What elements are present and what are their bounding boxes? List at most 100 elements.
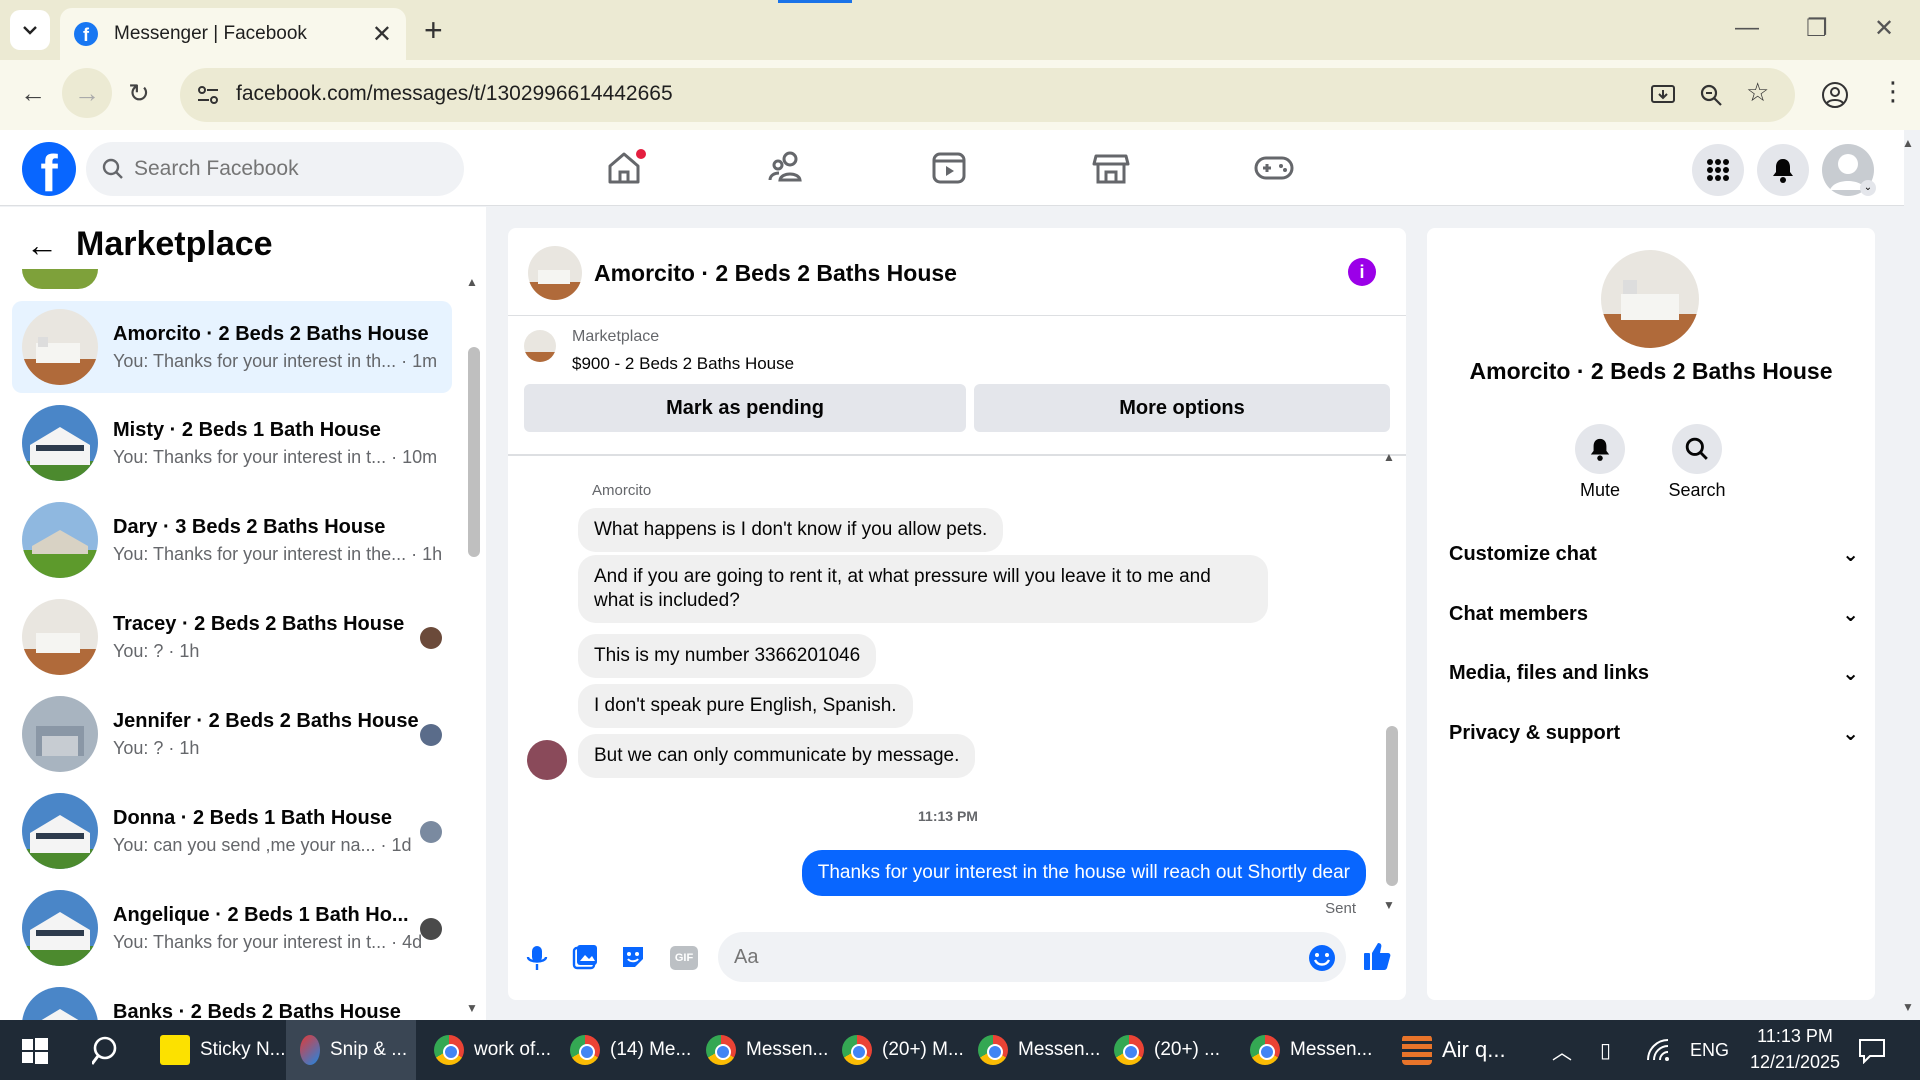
conversation-name: Misty · 2 Beds 1 Bath House <box>113 419 381 441</box>
chrome-icon <box>1114 1035 1144 1065</box>
conversation-snippet: You: Thanks for your interest in t... · … <box>113 447 438 467</box>
language-indicator[interactable]: ENG <box>1690 1020 1729 1080</box>
taskbar-item-air-quality[interactable]: Air q... <box>1402 1020 1506 1080</box>
site-settings-icon[interactable] <box>196 84 220 106</box>
scroll-up-arrow[interactable]: ▲ <box>466 275 478 289</box>
mark-as-pending-button[interactable]: Mark as pending <box>524 384 966 432</box>
conversation-item[interactable]: Dary · 3 Beds 2 Baths House You: Thanks … <box>12 494 452 586</box>
gaming-nav[interactable] <box>1252 148 1296 188</box>
back-arrow-icon[interactable]: ← <box>26 227 58 264</box>
account-avatar[interactable]: ⌄ <box>1822 144 1876 196</box>
conversation-snippet: You: ? · 1h <box>113 738 200 758</box>
listing-title[interactable]: $900 - 2 Beds 2 Baths House <box>572 354 794 374</box>
chrome-menu-icon[interactable]: ⋮ <box>1880 76 1906 107</box>
emoji-icon[interactable] <box>1308 944 1336 972</box>
conversation-item[interactable]: Banks · 2 Beds 2 Baths House <box>12 979 452 1020</box>
tab-search-button[interactable] <box>10 10 50 50</box>
like-thumbs-up-icon[interactable] <box>1362 940 1392 972</box>
chat-title[interactable]: Amorcito · 2 Beds 2 Baths House <box>594 260 957 287</box>
message-input[interactable] <box>734 932 1294 982</box>
conversation-item[interactable]: Donna · 2 Beds 1 Bath House You: can you… <box>12 785 452 877</box>
bookmark-star-icon[interactable]: ☆ <box>1746 77 1769 108</box>
left-scrollbar-thumb[interactable] <box>468 347 480 557</box>
conversation-item[interactable]: Amorcito · 2 Beds 2 Baths House You: Tha… <box>12 301 452 393</box>
page-scroll-down-arrow[interactable]: ▼ <box>1902 1000 1914 1014</box>
conversation-name: Tracey · 2 Beds 2 Baths House <box>113 613 405 635</box>
search-icon[interactable] <box>92 1036 122 1066</box>
device-icon[interactable]: ▯ <box>1600 1020 1611 1080</box>
conversation-item[interactable]: Jennifer · 2 Beds 2 Baths House You: ? ·… <box>12 688 452 780</box>
video-nav[interactable] <box>928 148 972 188</box>
incoming-message[interactable]: This is my number 3366201046 <box>578 634 877 678</box>
panel-title: Marketplace <box>76 225 273 263</box>
reload-icon[interactable]: ↻ <box>128 78 150 109</box>
menu-button[interactable] <box>1692 144 1744 196</box>
back-arrow-icon[interactable]: ← <box>20 78 46 109</box>
listing-thumbnail <box>22 599 98 675</box>
minimize-button[interactable]: — <box>1735 14 1759 42</box>
chat-members-section[interactable]: Chat members ⌄ <box>1449 594 1859 634</box>
more-options-button[interactable]: More options <box>974 384 1390 432</box>
install-app-icon[interactable] <box>1650 82 1676 108</box>
clock-time[interactable]: 11:13 PM <box>1740 1026 1850 1047</box>
profile-icon[interactable] <box>1820 80 1850 110</box>
chat-avatar[interactable] <box>528 246 582 300</box>
conversation-item[interactable]: Misty · 2 Beds 1 Bath House You: Thanks … <box>12 397 452 489</box>
photo-icon[interactable] <box>572 944 598 970</box>
taskbar-item-sticky-notes[interactable]: Sticky N... <box>160 1020 286 1080</box>
message-composer[interactable] <box>718 932 1346 982</box>
taskbar-item-snip[interactable]: Snip & ... <box>286 1020 416 1080</box>
microphone-icon[interactable] <box>526 944 548 972</box>
conversation-item[interactable]: Angelique · 2 Beds 1 Bath Ho... You: Tha… <box>12 882 452 974</box>
sender-avatar[interactable] <box>527 740 567 780</box>
taskbar-item-chrome[interactable]: (20+) ... <box>1114 1020 1220 1080</box>
scroll-up-arrow[interactable]: ▲ <box>1383 450 1395 464</box>
forward-arrow-icon[interactable]: → <box>62 68 112 118</box>
scroll-down-arrow[interactable]: ▼ <box>466 1001 478 1015</box>
incoming-message[interactable]: I don't speak pure English, Spanish. <box>578 684 913 728</box>
customize-chat-section[interactable]: Customize chat ⌄ <box>1449 534 1859 574</box>
search-in-conversation-button[interactable] <box>1672 424 1722 474</box>
zoom-icon[interactable] <box>1698 82 1724 108</box>
scroll-down-arrow[interactable]: ▼ <box>1383 898 1395 912</box>
taskbar-item-chrome[interactable]: Messen... <box>978 1020 1100 1080</box>
media-files-links-section[interactable]: Media, files and links ⌄ <box>1449 653 1859 693</box>
notifications-button[interactable] <box>1757 144 1809 196</box>
taskbar-item-chrome[interactable]: (14) Me... <box>570 1020 691 1080</box>
facebook-search[interactable] <box>86 142 464 196</box>
show-hidden-icons-chevron[interactable]: ︿ <box>1552 1020 1572 1080</box>
incoming-message[interactable]: But we can only communicate by message. <box>578 734 976 778</box>
close-window-button[interactable]: ✕ <box>1874 14 1894 43</box>
taskbar-item-chrome[interactable]: (20+) M... <box>842 1020 964 1080</box>
new-tab-button[interactable]: + <box>424 12 443 49</box>
chat-scrollbar-thumb[interactable] <box>1386 726 1398 886</box>
taskbar-item-chrome[interactable]: work of... <box>434 1020 551 1080</box>
taskbar-item-chrome[interactable]: Messen... <box>1250 1020 1372 1080</box>
clock-date[interactable]: 12/21/2025 <box>1740 1052 1850 1073</box>
marketplace-nav[interactable] <box>1090 148 1134 188</box>
tab-close-icon[interactable]: ✕ <box>372 20 392 49</box>
taskbar-item-chrome[interactable]: Messen... <box>706 1020 828 1080</box>
info-icon[interactable]: i <box>1348 258 1376 286</box>
outgoing-message[interactable]: Thanks for your interest in the house wi… <box>801 850 1366 896</box>
conversation-item[interactable]: Tracey · 2 Beds 2 Baths House You: ? · 1… <box>12 591 452 683</box>
incoming-message[interactable]: And if you are going to rent it, at what… <box>578 555 1268 623</box>
wifi-icon[interactable] <box>1646 1038 1672 1062</box>
restore-button[interactable]: ❐ <box>1806 14 1828 43</box>
notification-center-icon[interactable] <box>1858 1038 1886 1064</box>
friends-nav[interactable] <box>766 148 810 188</box>
mute-button[interactable] <box>1575 424 1625 474</box>
search-input[interactable] <box>134 142 454 196</box>
page-scroll-up-arrow[interactable]: ▲ <box>1902 136 1914 150</box>
search-icon <box>1685 437 1708 460</box>
home-nav[interactable] <box>604 148 648 188</box>
incoming-message[interactable]: What happens is I don't know if you allo… <box>578 508 1004 552</box>
address-bar[interactable]: facebook.com/messages/t/1302996614442665… <box>180 68 1795 122</box>
windows-start-icon[interactable] <box>22 1038 48 1064</box>
search-icon <box>102 158 123 179</box>
gif-icon[interactable]: GIF <box>670 946 698 970</box>
sticker-icon[interactable] <box>620 944 646 970</box>
privacy-support-section[interactable]: Privacy & support ⌄ <box>1449 713 1859 753</box>
browser-tab[interactable]: f Messenger | Facebook ✕ <box>60 8 406 60</box>
facebook-logo[interactable]: f <box>22 142 76 196</box>
